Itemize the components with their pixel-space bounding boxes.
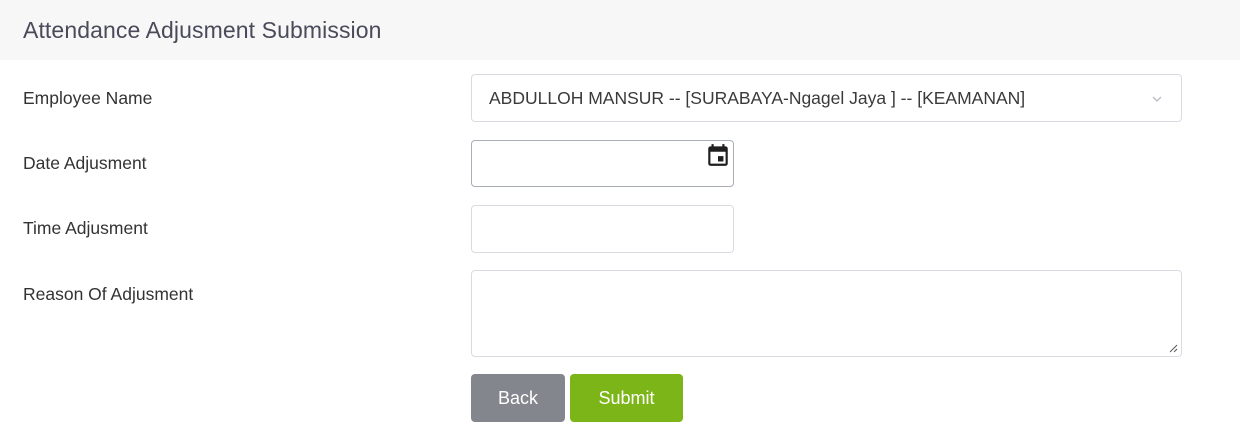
employee-name-select[interactable]: ABDULLOH MANSUR -- [SURABAYA-Ngagel Jaya…	[471, 74, 1182, 122]
time-adjustment-label: Time Adjusment	[23, 218, 148, 238]
date-adjustment-label: Date Adjusment	[23, 153, 147, 173]
card-header: Attendance Adjusment Submission	[0, 0, 1240, 60]
reason-textarea[interactable]	[471, 270, 1182, 357]
chevron-down-icon	[1152, 96, 1162, 102]
submit-button[interactable]: Submit	[570, 374, 683, 422]
employee-name-label: Employee Name	[23, 88, 153, 108]
date-adjustment-input[interactable]	[471, 140, 734, 187]
time-adjustment-input[interactable]	[471, 205, 734, 253]
employee-name-value: ABDULLOH MANSUR -- [SURABAYA-Ngagel Jaya…	[489, 87, 1026, 108]
back-button[interactable]: Back	[471, 374, 565, 422]
calendar-icon[interactable]	[705, 142, 731, 168]
reason-label: Reason Of Adjusment	[23, 284, 194, 304]
page-title: Attendance Adjusment Submission	[23, 16, 382, 43]
resize-handle-icon[interactable]	[1168, 343, 1178, 353]
adjustment-form-card: Attendance Adjusment Submission Employee…	[0, 0, 1240, 435]
